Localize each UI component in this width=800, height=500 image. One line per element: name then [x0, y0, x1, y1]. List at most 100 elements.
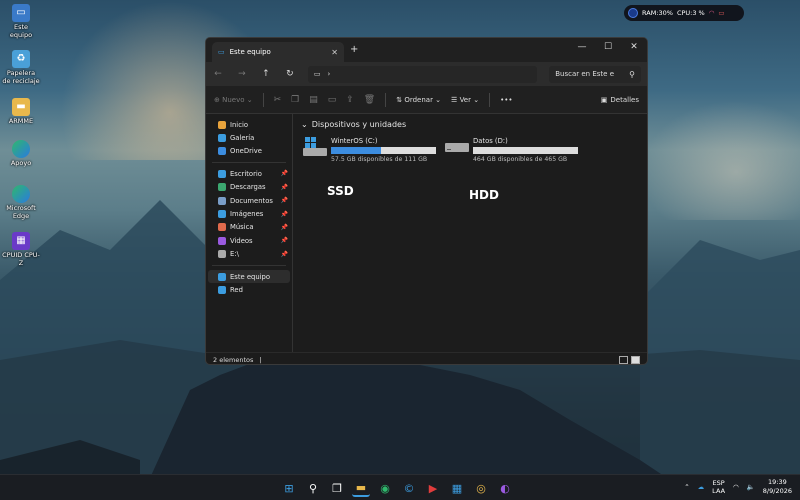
pin-icon: 📌: [280, 223, 288, 231]
title-bar[interactable]: ▭ Este equipo ✕ + — ☐ ✕: [206, 38, 647, 62]
sidebar-item-label: Inicio: [230, 120, 248, 129]
details-view-icon[interactable]: [619, 355, 628, 364]
system-monitor-widget[interactable]: RAM:30% CPU:3 % ◠ ▭: [624, 5, 744, 21]
sidebar-item-1[interactable]: Galería: [206, 131, 292, 144]
delete-icon[interactable]: 🗑: [364, 95, 375, 105]
sidebar-item-label: Videos: [230, 236, 253, 245]
start-icon[interactable]: ⊞: [280, 479, 298, 497]
tab-este-equipo[interactable]: ▭ Este equipo ✕: [212, 42, 344, 62]
sidebar-item-label: Imágenes: [230, 210, 264, 219]
drive-icon: [218, 250, 226, 259]
wifi-icon: ◠: [708, 9, 715, 17]
address-bar-row: ← → ↑ ↻ ▭ › Buscar en Este e ⚲: [206, 62, 647, 86]
edge-icon[interactable]: ◉: [376, 479, 394, 497]
up-arrow-icon[interactable]: ↑: [260, 69, 272, 79]
computer-icon: ▭: [218, 48, 225, 56]
rename-icon[interactable]: ▭: [328, 95, 337, 105]
onedrive-icon[interactable]: ☁: [698, 483, 705, 491]
task-view-icon[interactable]: ❐: [328, 479, 346, 497]
sidebar-item-10[interactable]: Este equipo: [208, 269, 290, 284]
youtube-icon[interactable]: ▶: [424, 479, 442, 497]
hdd-annotation: HDD: [469, 188, 499, 202]
chevron-up-icon[interactable]: ⌃: [684, 483, 689, 491]
new-button[interactable]: ⊕ Nuevo ⌄: [214, 96, 253, 104]
sidebar-item-3[interactable]: Escritorio 📌: [206, 167, 292, 180]
cpuz-icon: ▦: [12, 232, 30, 250]
desktop-icon-papelera[interactable]: ♻ Papelera de reciclaje: [2, 50, 40, 85]
view-button[interactable]: ☰ Ver ⌄: [451, 96, 479, 104]
pin-icon: 📌: [280, 210, 288, 218]
cut-icon[interactable]: ✂: [274, 95, 282, 105]
store-icon[interactable]: ▦: [448, 479, 466, 497]
clock[interactable]: 19:39 8/9/2026: [763, 478, 792, 496]
view-toggle: [619, 355, 640, 364]
search-icon[interactable]: ⚲: [304, 479, 322, 497]
address-input[interactable]: ▭ ›: [307, 65, 538, 83]
minimize-button[interactable]: —: [569, 38, 595, 62]
back-arrow-icon[interactable]: ←: [212, 69, 224, 79]
chrome-icon[interactable]: ◎: [472, 479, 490, 497]
home-icon: [218, 120, 226, 129]
new-tab-button[interactable]: +: [350, 44, 358, 55]
music-icon: [218, 223, 226, 232]
content-pane[interactable]: ⌄ Dispositivos y unidades WinterOS (C:) …: [293, 114, 647, 352]
sidebar-item-11[interactable]: Red: [206, 283, 292, 296]
details-button[interactable]: ▣ Detalles: [601, 96, 639, 104]
app-icon[interactable]: ◐: [496, 479, 514, 497]
desktop-icon-edge[interactable]: Microsoft Edge: [2, 185, 40, 220]
windows-drive-icon: [303, 137, 327, 157]
sidebar-item-8[interactable]: Videos 📌: [206, 234, 292, 247]
close-window-button[interactable]: ✕: [621, 38, 647, 62]
file-explorer-window[interactable]: ▭ Este equipo ✕ + — ☐ ✕ ← → ↑ ↻ ▭ › Busc…: [205, 37, 648, 365]
wifi-icon[interactable]: ◠: [733, 483, 739, 491]
navigation-pane[interactable]: Inicio Galería OneDrive Escritorio 📌 Descarga…: [206, 114, 293, 352]
language-indicator[interactable]: ESP LAA: [712, 479, 725, 495]
sidebar-item-0[interactable]: Inicio: [206, 118, 292, 131]
search-input[interactable]: Buscar en Este e ⚲: [549, 65, 642, 83]
sidebar-item-label: Música: [230, 223, 254, 232]
system-tray: ⌃ ☁ ESP LAA ◠ 🔈 19:39 8/9/2026: [684, 478, 792, 496]
forward-arrow-icon[interactable]: →: [236, 69, 248, 79]
close-tab-button[interactable]: ✕: [331, 48, 338, 57]
recycle-bin-icon: ♻: [12, 50, 30, 68]
copy-icon[interactable]: ❐: [291, 95, 299, 105]
sidebar-item-2[interactable]: OneDrive: [206, 145, 292, 158]
tiles-view-icon[interactable]: [631, 355, 640, 364]
copilot-icon[interactable]: ©: [400, 479, 418, 497]
paste-icon[interactable]: ▤: [309, 95, 318, 105]
sidebar-item-label: Galería: [230, 134, 255, 143]
chevron-down-icon: ⌄: [301, 120, 308, 129]
sidebar-item-6[interactable]: Imágenes 📌: [206, 207, 292, 220]
pin-icon: 📌: [280, 197, 288, 205]
pictures-icon: [218, 210, 226, 219]
sidebar-item-9[interactable]: E:\ 📌: [206, 248, 292, 261]
drive-c[interactable]: WinterOS (C:) 57.5 GB disponibles de 111…: [303, 137, 443, 167]
command-bar: ⊕ Nuevo ⌄ ✂ ❐ ▤ ▭ ⇪ 🗑 ⇅ Ordenar ⌄ ☰ Ver …: [206, 86, 647, 114]
sidebar-item-5[interactable]: Documentos 📌: [206, 194, 292, 207]
maximize-button[interactable]: ☐: [595, 38, 621, 62]
file-explorer-icon[interactable]: ▬: [352, 479, 370, 497]
divider: [385, 92, 387, 107]
sidebar-item-4[interactable]: Descargas 📌: [206, 181, 292, 194]
desktop-icon-cpuz[interactable]: ▦ CPUID CPU-Z: [2, 232, 40, 267]
drive-d[interactable]: Datos (D:) 464 GB disponibles de 465 GB: [445, 137, 585, 167]
refresh-icon[interactable]: ↻: [284, 69, 296, 79]
section-header[interactable]: ⌄ Dispositivos y unidades: [301, 120, 639, 129]
search-icon: ⚲: [629, 69, 636, 79]
documents-icon: [218, 196, 226, 205]
sort-button[interactable]: ⇅ Ordenar ⌄: [396, 96, 441, 104]
computer-icon: [218, 272, 226, 281]
sidebar-item-label: Red: [230, 285, 243, 294]
desktop-icon-armme[interactable]: ▬ ARMME: [2, 98, 40, 126]
desktop-icon-apoyo[interactable]: Apoyo: [2, 140, 40, 168]
ram-usage: RAM:30%: [642, 9, 673, 17]
share-icon[interactable]: ⇪: [346, 95, 354, 105]
sidebar-item-7[interactable]: Música 📌: [206, 221, 292, 234]
volume-icon[interactable]: 🔈: [747, 483, 755, 491]
pin-icon: 📌: [280, 237, 288, 245]
onedrive-icon: [218, 147, 226, 156]
sidebar-item-label: Descargas: [230, 183, 266, 192]
sidebar-item-label: E:\: [230, 250, 239, 259]
desktop-icon-este-equipo[interactable]: ▭ Este equipo: [2, 4, 40, 39]
more-options-button[interactable]: •••: [500, 96, 512, 104]
